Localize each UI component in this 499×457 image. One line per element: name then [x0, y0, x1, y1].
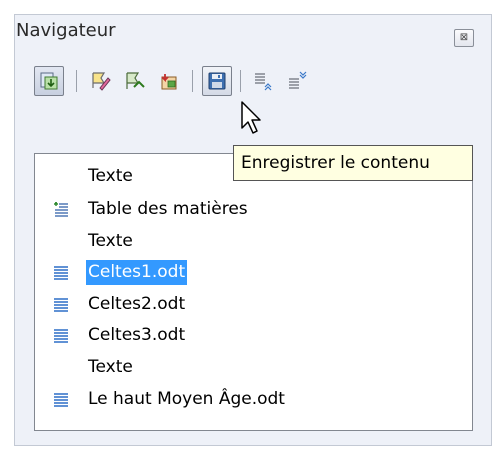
move-up-button[interactable] — [248, 66, 278, 96]
list-item-label: Texte — [88, 166, 133, 186]
list-item-label: Celtes2.odt — [88, 294, 186, 314]
index-icon — [54, 202, 68, 217]
move-down-button[interactable] — [282, 66, 312, 96]
list-item-label: Texte — [88, 231, 133, 251]
toolbar-separator — [76, 70, 77, 92]
window: Navigateur ⊠ Texte Table des matières Te… — [0, 0, 499, 457]
mouse-cursor-icon — [241, 101, 261, 134]
move-up-icon — [255, 73, 272, 91]
list-item-label: Celtes1.odt — [86, 260, 188, 285]
save-content-button[interactable] — [202, 66, 232, 96]
navigator-tree[interactable]: Texte Table des matières Texte Celtes1.o… — [34, 153, 473, 431]
document-link-icon — [54, 298, 68, 312]
document-link-icon — [54, 393, 68, 407]
edit-button[interactable] — [86, 66, 116, 96]
document-link-icon — [54, 329, 68, 343]
list-item-label: Le haut Moyen Âge.odt — [88, 389, 285, 409]
insert-icon — [126, 72, 145, 89]
save-icon — [208, 72, 226, 90]
move-down-icon — [289, 71, 307, 89]
navigator-toolbar — [34, 66, 464, 100]
list-item-label: Texte — [88, 357, 133, 377]
list-item-label: Celtes3.odt — [88, 325, 186, 345]
toolbar-separator — [192, 70, 193, 92]
text-icon — [161, 74, 177, 90]
document-link-icon — [54, 266, 68, 280]
text-button[interactable] — [154, 66, 184, 96]
panel-title: Navigateur — [16, 20, 116, 41]
toggle-icon — [40, 72, 58, 90]
close-icon: ⊠ — [459, 32, 469, 43]
toggle-button[interactable] — [34, 66, 64, 96]
tooltip: Enregistrer le contenu — [233, 145, 473, 181]
list-item-label: Table des matières — [88, 199, 248, 219]
insert-button[interactable] — [120, 66, 150, 96]
close-button[interactable]: ⊠ — [454, 29, 474, 47]
edit-icon — [92, 72, 111, 91]
toolbar-separator — [240, 70, 241, 92]
